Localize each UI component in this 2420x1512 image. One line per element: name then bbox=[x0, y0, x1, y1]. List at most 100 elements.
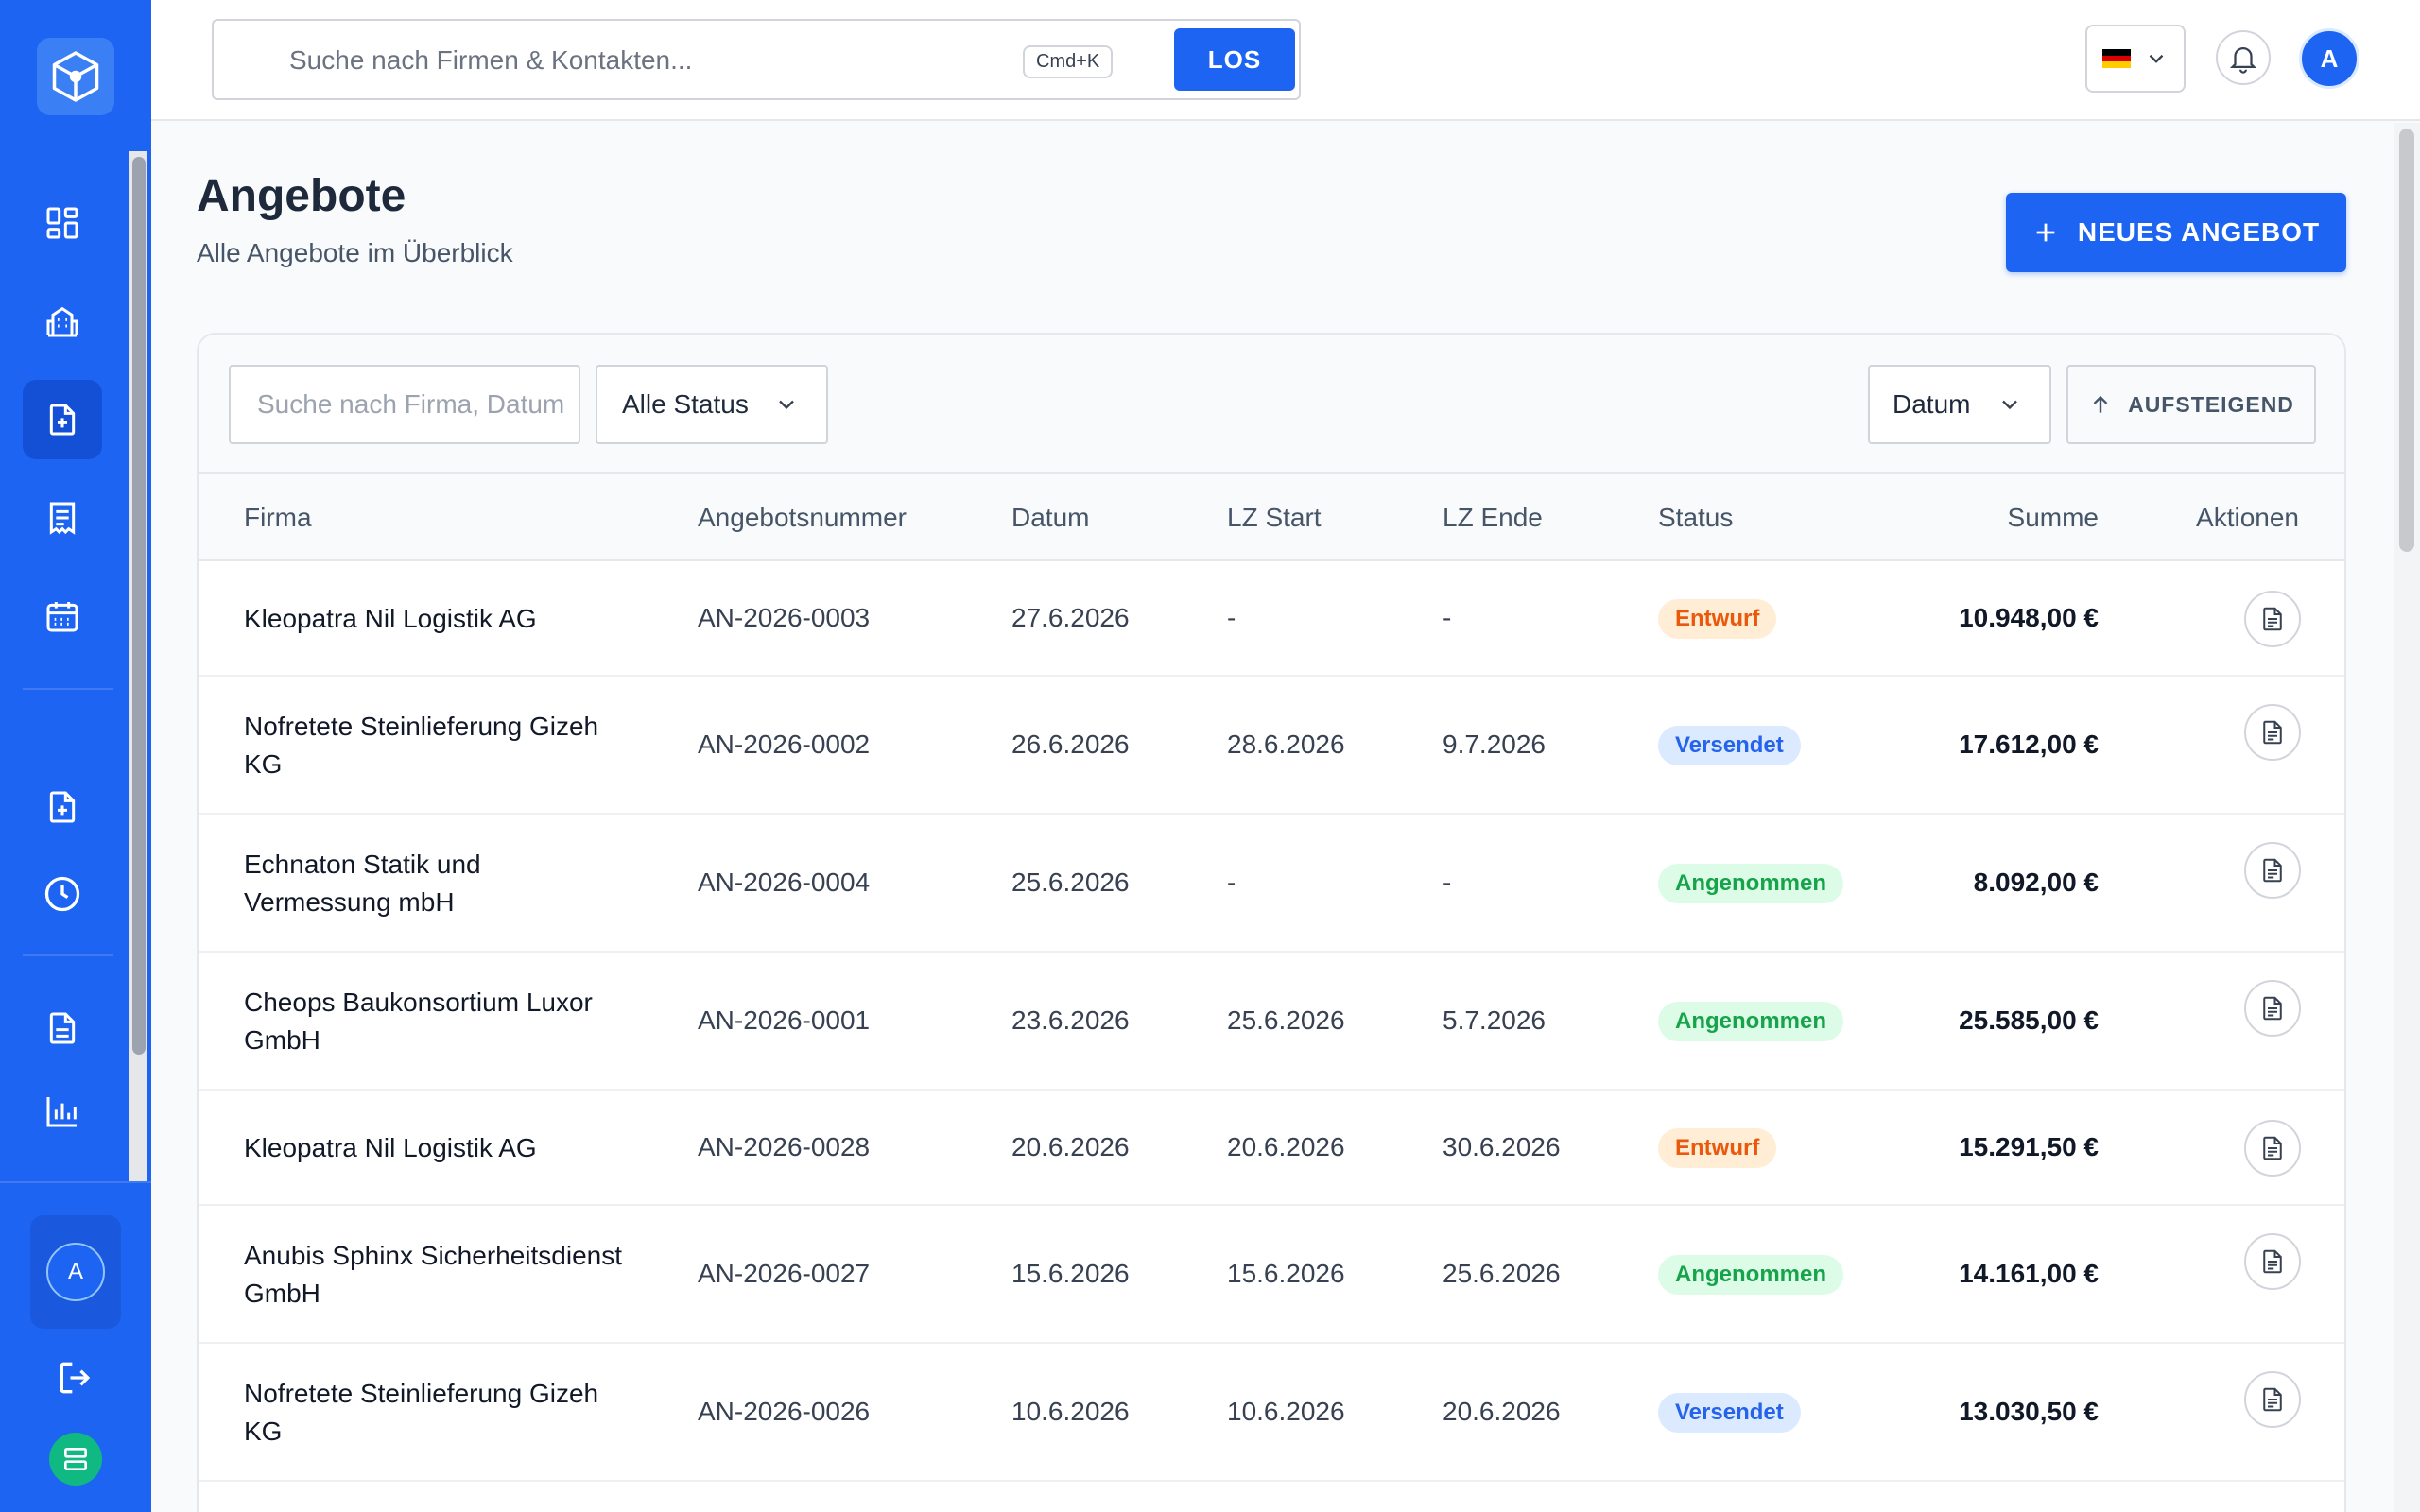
nav-documents[interactable] bbox=[23, 988, 102, 1068]
cell-lz-ende: 25.6.2026 bbox=[1443, 1259, 1561, 1288]
shortcut-hint: Cmd+K bbox=[1023, 45, 1114, 78]
cell-summe: 14.161,00 € bbox=[1959, 1259, 2099, 1288]
cell-lz-start: 15.6.2026 bbox=[1227, 1259, 1345, 1288]
table-row[interactable]: Kleopatra Nil Logistik AG AN-2026-0028 20.… bbox=[199, 1091, 2344, 1206]
offers-card: Alle Status Datum AUFSTEIGEND Firma Ange… bbox=[197, 333, 2346, 1512]
global-search: Cmd+K LOS bbox=[212, 19, 1301, 100]
open-document-button[interactable] bbox=[2244, 1233, 2301, 1290]
nav-calendar[interactable] bbox=[23, 576, 102, 656]
sort-field-select[interactable]: Datum bbox=[1868, 365, 2051, 444]
header-lz-ende[interactable]: LZ Ende bbox=[1443, 503, 1543, 533]
cell-datum: 20.6.2026 bbox=[1011, 1132, 1130, 1161]
search-submit-button[interactable]: LOS bbox=[1174, 28, 1295, 91]
status-badge: Entwurf bbox=[1658, 1128, 1777, 1168]
header-lz-start[interactable]: LZ Start bbox=[1227, 503, 1322, 533]
cell-summe: 10.948,00 € bbox=[1959, 603, 2099, 632]
cell-firma: Anubis Sphinx Sicherheitsdienst GmbH bbox=[244, 1241, 623, 1308]
language-selector[interactable] bbox=[2085, 25, 2186, 93]
nav-offers[interactable] bbox=[23, 380, 102, 459]
cell-angebotsnummer: AN-2026-0026 bbox=[698, 1397, 871, 1426]
cell-angebotsnummer: AN-2026-0001 bbox=[698, 1005, 871, 1035]
nav-companies[interactable] bbox=[23, 282, 102, 361]
table-row[interactable]: Nofretete Steinlieferung Gizeh KG AN-2026… bbox=[199, 1344, 2344, 1482]
header-angebotsnummer[interactable]: Angebotsnummer bbox=[698, 503, 907, 533]
receipt-icon bbox=[49, 502, 76, 535]
status-badge: Angenommen bbox=[1658, 864, 1844, 903]
chevron-down-icon bbox=[2002, 400, 2018, 410]
status-badge: Entwurf bbox=[1658, 599, 1777, 639]
header-summe[interactable]: Summe bbox=[2008, 503, 2099, 533]
calendar-icon bbox=[46, 602, 78, 632]
logout-button[interactable] bbox=[55, 1357, 96, 1403]
cell-firma: Nofretete Steinlieferung Gizeh KG bbox=[244, 712, 599, 779]
header-status[interactable]: Status bbox=[1658, 503, 1733, 533]
building-icon bbox=[46, 306, 78, 337]
file-plus-icon bbox=[49, 791, 76, 823]
main-scrollbar-thumb[interactable] bbox=[2399, 129, 2414, 552]
open-document-button[interactable] bbox=[2244, 842, 2301, 899]
nav-time-tracking[interactable] bbox=[23, 854, 102, 934]
sort-direction-button[interactable]: AUFSTEIGEND bbox=[2066, 365, 2316, 444]
table-row[interactable]: Nofretete Steinlieferung Gizeh KG AN-2026… bbox=[199, 677, 2344, 815]
nav-reports[interactable] bbox=[23, 1072, 102, 1151]
open-document-button[interactable] bbox=[2244, 704, 2301, 761]
open-document-button[interactable] bbox=[2244, 980, 2301, 1037]
cell-lz-ende: 5.7.2026 bbox=[1443, 1005, 1546, 1035]
nav-invoices[interactable] bbox=[23, 478, 102, 558]
page-title: Angebote bbox=[197, 171, 406, 221]
status-badge: Angenommen bbox=[1658, 1255, 1844, 1295]
status-filter-value: Alle Status bbox=[622, 389, 749, 419]
server-status-button[interactable] bbox=[49, 1433, 102, 1486]
header-firma[interactable]: Firma bbox=[244, 503, 312, 533]
open-document-button[interactable] bbox=[2244, 1371, 2301, 1428]
page-subtitle: Alle Angebote im Überblick bbox=[197, 238, 513, 267]
status-badge: Versendet bbox=[1658, 1393, 1801, 1433]
table-header: Firma Angebotsnummer Datum LZ Start LZ E… bbox=[199, 474, 2344, 561]
nav-dashboard[interactable] bbox=[23, 183, 102, 263]
header-datum[interactable]: Datum bbox=[1011, 503, 1089, 533]
cell-firma: Nofretete Steinlieferung Gizeh KG bbox=[244, 1379, 599, 1446]
status-filter-select[interactable]: Alle Status bbox=[596, 365, 828, 444]
cell-summe: 13.030,50 € bbox=[1959, 1397, 2099, 1426]
dashboard-grid-icon bbox=[46, 207, 78, 239]
document-icon bbox=[49, 1012, 76, 1044]
table-row[interactable]: Kleopatra Nil Logistik AG AN-2026-0003 27.… bbox=[199, 561, 2344, 677]
nav-new-document[interactable] bbox=[23, 767, 102, 847]
cell-firma: Kleopatra Nil Logistik AG bbox=[244, 1133, 537, 1162]
cell-datum: 27.6.2026 bbox=[1011, 603, 1130, 632]
global-search-input[interactable] bbox=[289, 40, 1008, 81]
cell-datum: 10.6.2026 bbox=[1011, 1397, 1130, 1426]
cell-lz-ende: - bbox=[1443, 603, 1452, 632]
cell-lz-ende: - bbox=[1443, 868, 1452, 897]
open-document-button[interactable] bbox=[2244, 591, 2301, 647]
user-avatar[interactable]: A bbox=[2299, 28, 2360, 89]
table-row[interactable]: Anubis Sphinx Sicherheitsdienst GmbH AN-2… bbox=[199, 1206, 2344, 1344]
cell-summe: 15.291,50 € bbox=[1959, 1132, 2099, 1161]
plus-icon bbox=[2036, 223, 2055, 242]
clock-icon bbox=[44, 876, 80, 912]
table-row[interactable]: Cheops Baukonsortium Luxor GmbH AN-2026-0… bbox=[199, 953, 2344, 1091]
notifications-button[interactable] bbox=[2216, 30, 2271, 85]
app-logo[interactable] bbox=[37, 38, 114, 115]
cell-lz-ende: 30.6.2026 bbox=[1443, 1132, 1561, 1161]
cell-lz-start: 25.6.2026 bbox=[1227, 1005, 1345, 1035]
document-icon bbox=[2263, 996, 2282, 1021]
cell-angebotsnummer: AN-2026-0027 bbox=[698, 1259, 871, 1288]
nav-divider bbox=[23, 954, 113, 956]
new-offer-button[interactable]: NEUES ANGEBOT bbox=[2006, 193, 2346, 272]
cell-angebotsnummer: AN-2026-0002 bbox=[698, 730, 871, 759]
document-icon bbox=[2263, 1136, 2282, 1160]
user-avatar: A bbox=[46, 1243, 105, 1301]
sidebar-scrollbar-thumb[interactable] bbox=[132, 157, 146, 1055]
offer-search-input[interactable] bbox=[229, 365, 580, 444]
user-menu[interactable]: A bbox=[30, 1215, 121, 1329]
table-row[interactable]: Echnaton Statik und Vermessung mbH AN-202… bbox=[199, 815, 2344, 953]
cell-lz-start: - bbox=[1227, 868, 1236, 897]
cell-firma: Echnaton Statik und Vermessung mbH bbox=[244, 850, 481, 917]
server-icon bbox=[64, 1448, 87, 1470]
open-document-button[interactable] bbox=[2244, 1120, 2301, 1177]
cell-angebotsnummer: AN-2026-0003 bbox=[698, 603, 871, 632]
cell-summe: 25.585,00 € bbox=[1959, 1005, 2099, 1035]
sidebar-footer: A bbox=[0, 1181, 151, 1512]
bell-icon bbox=[2229, 47, 2257, 74]
